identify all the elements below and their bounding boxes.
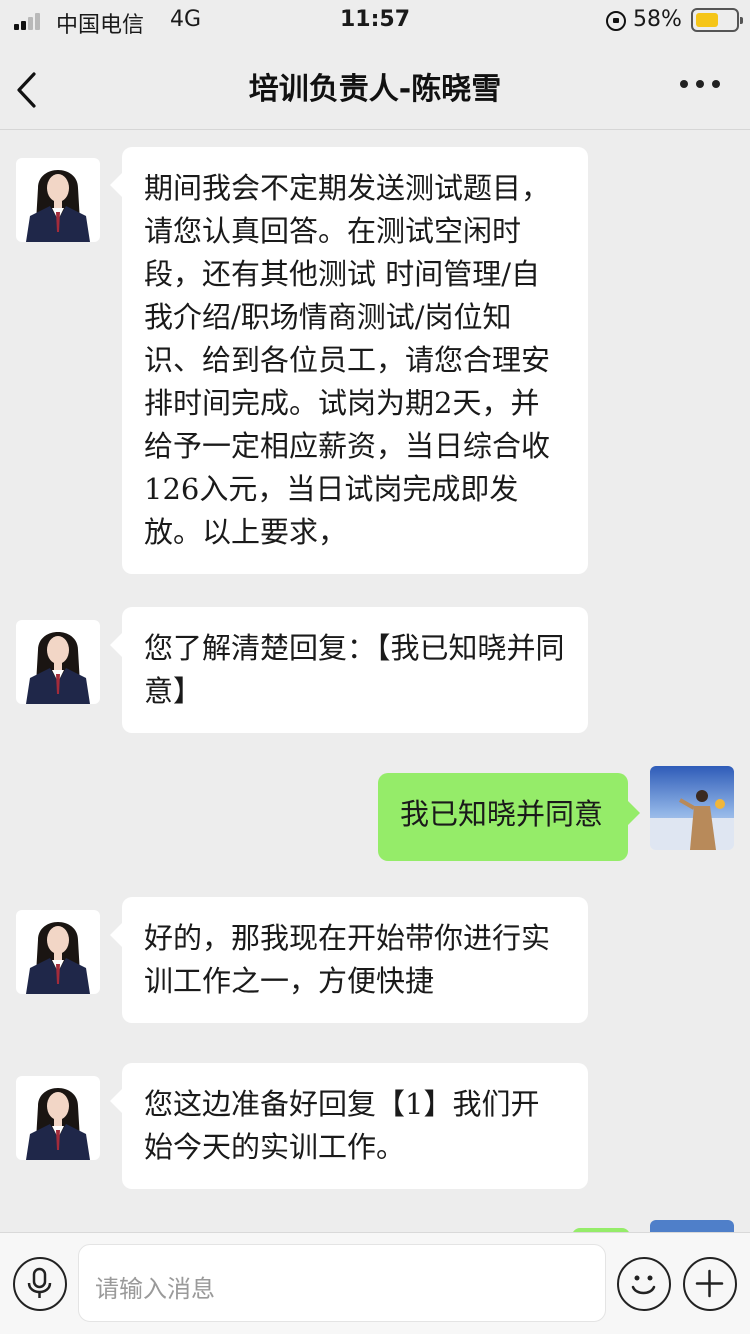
voice-button[interactable] (13, 1257, 67, 1311)
self-avatar[interactable] (650, 766, 734, 850)
contact-avatar[interactable] (16, 910, 100, 994)
message-input[interactable]: 请输入消息 (78, 1244, 606, 1322)
message-bubble-contact[interactable]: 期间我会不定期发送测试题目，请您认真回答。在测试空闲时段，还有其他测试 时间管理… (110, 147, 588, 574)
contact-avatar[interactable] (16, 158, 100, 242)
message-bubble-contact[interactable]: 您了解清楚回复：【我已知晓并同意】 (110, 607, 588, 733)
emoji-button[interactable] (617, 1257, 671, 1311)
plus-icon (695, 1269, 724, 1298)
battery-icon (691, 8, 743, 32)
message-bubble-contact[interactable]: 好的，那我现在开始带你进行实训工作之一，方便快捷 (110, 897, 588, 1023)
more-dots-icon[interactable] (680, 80, 720, 90)
status-bar: 中国电信 4G 11:57 58% (0, 0, 750, 40)
message-bubble-contact[interactable]: 您这边准备好回复【1】我们开始今天的实训工作。 (110, 1063, 588, 1189)
chat-title: 培训负责人-陈晓雪 (248, 72, 502, 107)
contact-avatar[interactable] (16, 1076, 100, 1160)
contact-avatar[interactable] (16, 620, 100, 704)
message-bubble-self[interactable]: 我已知晓并同意 (378, 773, 640, 861)
microphone-icon (27, 1267, 52, 1298)
smiley-icon (631, 1275, 656, 1295)
plus-button[interactable] (683, 1257, 737, 1311)
battery-level (696, 13, 718, 27)
battery-percent: 58% (633, 7, 682, 32)
rotation-lock-icon (606, 11, 626, 31)
chat-header: 培训负责人-陈晓雪 (0, 40, 750, 130)
input-bar: 请输入消息 (0, 1232, 750, 1334)
